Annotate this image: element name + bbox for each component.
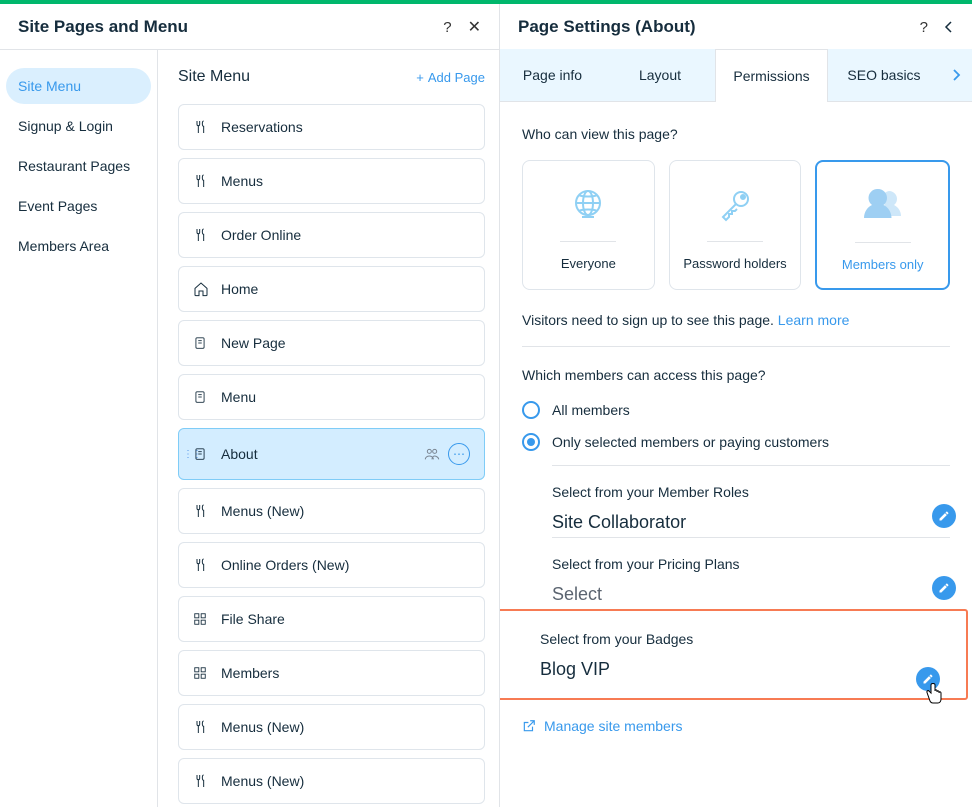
page-actions-button[interactable]: ⋯	[448, 443, 470, 465]
tab-seo-basics[interactable]: SEO basics	[828, 49, 940, 101]
roles-label: Select from your Member Roles	[552, 484, 950, 500]
pricing-plans-block: Select from your Pricing Plans Select	[552, 537, 950, 609]
page-item[interactable]: Members	[178, 650, 485, 696]
add-page-button[interactable]: + Add Page	[416, 70, 485, 85]
sidebar: Site Menu Signup & Login Restaurant Pages E…	[0, 50, 158, 807]
page-item[interactable]: Home	[178, 266, 485, 312]
right-panel-title: Page Settings (About)	[518, 17, 696, 37]
permission-card-members[interactable]: Members only	[815, 160, 950, 290]
sidebar-item-members-area[interactable]: Members Area	[6, 228, 151, 264]
which-members-label: Which members can access this page?	[522, 367, 950, 383]
page-label: Menus (New)	[221, 773, 304, 789]
grid-icon	[193, 612, 209, 626]
roles-value: Site Collaborator	[552, 512, 950, 533]
page-label: About	[221, 446, 258, 462]
page-label: Menus	[221, 173, 263, 189]
page-item[interactable]: File Share	[178, 596, 485, 642]
radio-icon	[522, 401, 540, 419]
members-badge-icon	[424, 447, 440, 461]
member-roles-block: Select from your Member Roles Site Colla…	[552, 465, 950, 537]
fork-icon	[193, 557, 209, 573]
tabs: Page infoLayoutPermissionsSEO basics	[500, 49, 972, 102]
right-panel-header: Page Settings (About) ?	[500, 4, 972, 49]
permission-card-password[interactable]: Password holders	[669, 160, 802, 290]
chevron-left-icon[interactable]	[944, 20, 954, 34]
page-item[interactable]: Online Orders (New)	[178, 542, 485, 588]
edit-plans-button[interactable]	[932, 576, 956, 600]
doc-icon	[193, 335, 209, 351]
pages-heading: Site Menu	[178, 68, 250, 86]
badges-label: Select from your Badges	[540, 631, 958, 647]
page-item[interactable]: Menus (New)	[178, 758, 485, 804]
page-list: Reservations Menus Order Online Home New Pag…	[178, 104, 485, 807]
tabs-scroll-right[interactable]	[940, 49, 972, 101]
badges-highlight: Select from your Badges Blog VIP	[500, 609, 968, 700]
tab-permissions[interactable]: Permissions	[715, 49, 828, 102]
fork-icon	[193, 173, 209, 189]
permission-card-everyone[interactable]: Everyone	[522, 160, 655, 290]
badges-value: Blog VIP	[540, 659, 958, 680]
tab-page-info[interactable]: Page info	[500, 49, 605, 101]
grid-icon	[193, 666, 209, 680]
password-icon	[715, 183, 755, 227]
external-link-icon	[522, 719, 536, 733]
left-panel-header: Site Pages and Menu ? ✕	[0, 4, 499, 50]
radio-selected-members[interactable]: Only selected members or paying customer…	[522, 433, 950, 451]
signup-note: Visitors need to sign up to see this pag…	[522, 312, 950, 328]
help-icon[interactable]: ?	[443, 19, 451, 36]
fork-icon	[193, 719, 209, 735]
left-panel-title: Site Pages and Menu	[18, 17, 188, 37]
page-label: File Share	[221, 611, 285, 627]
page-label: New Page	[221, 335, 286, 351]
learn-more-link[interactable]: Learn more	[778, 312, 850, 328]
edit-roles-button[interactable]	[932, 504, 956, 528]
who-can-view-label: Who can view this page?	[522, 126, 950, 142]
page-label: Reservations	[221, 119, 303, 135]
page-item[interactable]: Menus (New)	[178, 488, 485, 534]
close-icon[interactable]: ✕	[468, 17, 481, 37]
page-label: Members	[221, 665, 279, 681]
page-label: Menus (New)	[221, 503, 304, 519]
sidebar-item-site-menu[interactable]: Site Menu	[6, 68, 151, 104]
radio-all-members[interactable]: All members	[522, 401, 950, 419]
sidebar-item-restaurant-pages[interactable]: Restaurant Pages	[6, 148, 151, 184]
page-item[interactable]: New Page	[178, 320, 485, 366]
members-icon	[861, 184, 905, 228]
fork-icon	[193, 227, 209, 243]
doc-icon	[193, 389, 209, 405]
page-item[interactable]: Menu	[178, 374, 485, 420]
help-icon[interactable]: ?	[920, 19, 928, 36]
page-label: Order Online	[221, 227, 301, 243]
sidebar-item-event-pages[interactable]: Event Pages	[6, 188, 151, 224]
plans-label: Select from your Pricing Plans	[552, 556, 950, 572]
everyone-icon	[568, 183, 608, 227]
badges-block: Select from your Badges Blog VIP	[540, 625, 958, 684]
fork-icon	[193, 503, 209, 519]
page-label: Menus (New)	[221, 719, 304, 735]
page-item[interactable]: Order Online	[178, 212, 485, 258]
page-label: Menu	[221, 389, 256, 405]
fork-icon	[193, 119, 209, 135]
page-item[interactable]: ⋮⋮ About ⋯	[178, 428, 485, 480]
page-item[interactable]: Reservations	[178, 104, 485, 150]
plus-icon: +	[416, 70, 424, 85]
radio-icon	[522, 433, 540, 451]
sidebar-item-signup-login[interactable]: Signup & Login	[6, 108, 151, 144]
plans-value: Select	[552, 584, 950, 605]
edit-badges-button[interactable]	[916, 667, 940, 691]
page-label: Online Orders (New)	[221, 557, 349, 573]
manage-members-link[interactable]: Manage site members	[522, 718, 950, 734]
drag-handle-icon[interactable]: ⋮⋮	[183, 449, 201, 460]
page-item[interactable]: Menus	[178, 158, 485, 204]
page-label: Home	[221, 281, 258, 297]
page-item[interactable]: Menus (New)	[178, 704, 485, 750]
tab-layout[interactable]: Layout	[605, 49, 715, 101]
fork-icon	[193, 773, 209, 789]
home-icon	[193, 281, 209, 297]
